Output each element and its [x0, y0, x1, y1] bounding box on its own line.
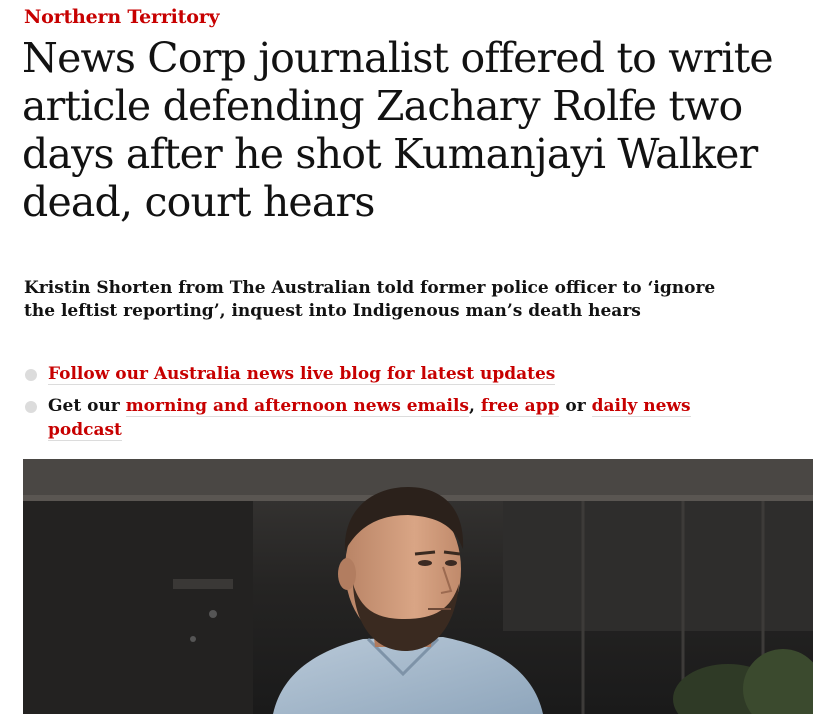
article-headline: News Corp journalist offered to write ar…: [22, 34, 774, 226]
photo-illustration: [23, 459, 813, 714]
section-kicker[interactable]: Northern Territory: [24, 6, 220, 28]
bullet-subscriptions: Get our morning and afternoon news email…: [24, 394, 764, 442]
free-app-link[interactable]: free app: [480, 396, 560, 417]
bullet-live-blog: Follow our Australia news live blog for …: [24, 362, 764, 386]
live-blog-link[interactable]: Follow our Australia news live blog for …: [48, 364, 556, 385]
news-emails-link[interactable]: morning and afternoon news emails: [125, 396, 470, 417]
standfirst-bullet-list: Follow our Australia news live blog for …: [24, 362, 764, 450]
bullet-dot-icon: [25, 369, 37, 381]
bullet-prefix-text: Get our: [48, 396, 126, 416]
bullet-separator: or: [559, 396, 592, 416]
bullet-dot-icon: [25, 401, 37, 413]
bullet-separator: ,: [469, 396, 481, 416]
article-standfirst: Kristin Shorten from The Australian told…: [24, 278, 716, 321]
article-main-image: [23, 459, 813, 714]
